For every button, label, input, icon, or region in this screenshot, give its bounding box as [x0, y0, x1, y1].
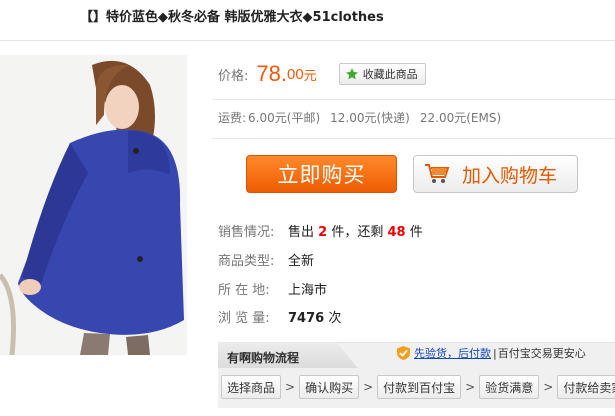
type-row: 商品类型: 全新 [218, 250, 314, 269]
location-value: 上海市 [288, 283, 328, 298]
security-text: 百付宝交易更安心 [497, 347, 586, 360]
shipping-option-surface: 6.00元(平邮) [248, 111, 321, 125]
arrow-right-icon: > [465, 380, 476, 394]
sold-prefix: 售出 [288, 225, 315, 240]
star-icon [345, 68, 358, 80]
favorite-button[interactable]: 收藏此商品 [338, 63, 426, 85]
price-decimal: 00 [286, 65, 304, 83]
price-unit: 元 [303, 68, 317, 84]
shipping-option-ems: 22.00元(EMS) [419, 111, 502, 125]
flow-step-release: 付款给卖家 [557, 375, 615, 399]
sales-row: 销售情况: 售出 2 件，还剩 48 件 [218, 221, 423, 240]
sold-count: 2 [318, 225, 328, 240]
shipping-divider [212, 138, 615, 139]
views-unit: 次 [328, 311, 342, 326]
views-count: 7476 [288, 311, 325, 326]
favorite-label: 收藏此商品 [362, 68, 418, 81]
product-image[interactable] [0, 55, 187, 355]
price-label: 价格: [218, 68, 249, 84]
shipping-option-express: 12.00元(快递) [330, 111, 410, 125]
views-label: 浏 览 量: [218, 311, 270, 326]
remaining-count: 48 [387, 225, 406, 240]
sold-mid: 件，还剩 [331, 225, 384, 240]
arrow-right-icon: > [363, 380, 374, 394]
buy-now-button[interactable]: 立即购买 [246, 155, 397, 193]
shopping-flow-title: 有啊购物流程 [227, 351, 300, 365]
flow-step-select: 选择商品 [221, 375, 282, 399]
add-to-cart-button[interactable]: 加入购物车 [413, 155, 578, 193]
views-row: 浏 览 量: 7476 次 [218, 307, 341, 326]
flow-step-pay: 付款到百付宝 [377, 375, 462, 399]
flow-step-confirm: 确认购买 [299, 375, 360, 399]
type-value: 全新 [288, 254, 315, 269]
flow-steps: 选择商品 > 确认购买 > 付款到百付宝 > 验货满意 > 付款给卖家 [221, 375, 615, 399]
product-title: 【】特价蓝色◆秋冬必备 韩版优雅大衣◆51clothes [80, 10, 384, 25]
price-row: 价格: 78. 00 元 收藏此商品 [218, 58, 426, 90]
sales-label: 销售情况: [218, 225, 275, 240]
shipping-row: 运费: 6.00元(平邮) 12.00元(快递) 22.00元(EMS) [218, 109, 511, 126]
title-divider [0, 40, 615, 41]
security-link[interactable]: 先验货，后付款 [414, 345, 491, 361]
location-label: 所 在 地: [218, 283, 270, 298]
type-label: 商品类型: [218, 254, 275, 269]
security-notice: 先验货，后付款 | 百付宝交易更安心 [396, 345, 586, 361]
arrow-right-icon: > [285, 380, 296, 394]
shield-icon [397, 346, 410, 360]
shopping-cart-icon [425, 164, 450, 183]
flow-step-inspect: 验货满意 [479, 375, 540, 399]
location-row: 所 在 地: 上海市 [218, 279, 327, 298]
arrow-right-icon: > [543, 380, 554, 394]
price-value: 78. [256, 61, 287, 86]
add-to-cart-label: 加入购物车 [462, 164, 558, 187]
price-divider [212, 99, 615, 100]
shipping-label: 运费: [218, 111, 247, 125]
remaining-suffix: 件 [409, 225, 423, 240]
